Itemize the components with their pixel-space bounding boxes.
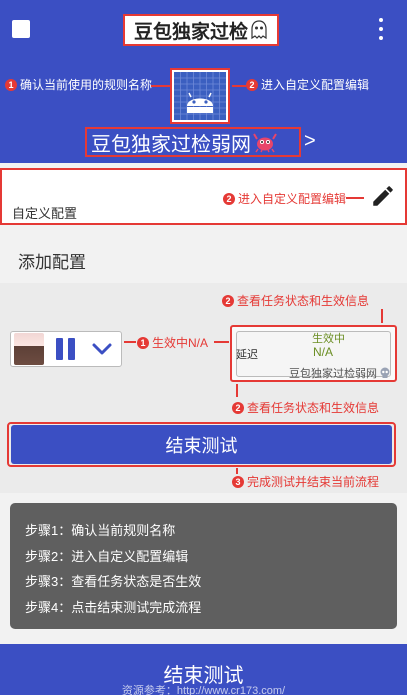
step-item: 步骤4：点击结束测试完成流程 xyxy=(25,600,202,615)
step-item: 步骤1：确认当前规则名称 xyxy=(25,523,176,538)
app-title: 豆包独家过检 xyxy=(133,21,248,43)
end-test-hint: 3 完成测试并结束当前流程 xyxy=(232,473,379,490)
step-item: 步骤3：查看任务状态是否生效 xyxy=(25,574,202,589)
arrow-line xyxy=(214,341,229,343)
arrow-line xyxy=(346,197,364,199)
arrow-line xyxy=(124,341,136,343)
rule-name: 豆包独家过检弱网 xyxy=(91,133,251,156)
avatar[interactable] xyxy=(14,333,44,365)
arrow-line xyxy=(381,309,383,323)
android-icon[interactable] xyxy=(174,72,226,120)
rule-name-box[interactable]: 豆包独家过检弱网 xyxy=(85,127,301,157)
status-hint-top: 2 查看任务状态和生效信息 xyxy=(222,292,369,309)
ghost-icon xyxy=(251,20,267,40)
app-title-box: 豆包独家过检 xyxy=(123,14,279,46)
skull-icon xyxy=(380,367,390,378)
delay-label: 延迟 xyxy=(236,349,258,361)
arrow-line xyxy=(151,85,170,87)
more-vert-icon[interactable] xyxy=(376,18,386,40)
pencil-icon[interactable] xyxy=(370,183,396,209)
rule-detail-chevron[interactable]: > xyxy=(304,130,316,153)
chevron-down-icon[interactable] xyxy=(90,338,114,360)
rule-name-hint: 1 确认当前使用的规则名称 xyxy=(5,76,152,93)
crab-icon xyxy=(253,133,277,153)
add-config-button[interactable]: 添加配置 xyxy=(18,248,86,273)
custom-config-label: 自定义配置 xyxy=(12,206,78,221)
menu-icon[interactable] xyxy=(12,20,30,38)
end-test-button[interactable]: 结束测试 xyxy=(11,425,392,464)
effective-hint: 1 生效中N/A xyxy=(137,334,208,351)
step-item: 步骤2：进入自定义配置编辑 xyxy=(25,549,189,564)
source-watermark: 资源参考：http://www.cr173.com/ xyxy=(121,685,286,695)
arrow-line xyxy=(236,384,238,397)
custom-config-hint: 2 进入自定义配置编辑 xyxy=(246,76,369,93)
pause-icon[interactable] xyxy=(56,338,78,360)
config-edit-hint: 2 进入自定义配置编辑 xyxy=(223,190,346,207)
status-title: 生效中 xyxy=(312,333,345,345)
status-hint-bottom: 2 查看任务状态和生效信息 xyxy=(232,399,379,416)
status-footer: 豆包独家过检弱网 xyxy=(289,365,391,381)
status-value: N/A xyxy=(313,345,334,359)
arrow-line xyxy=(232,85,246,87)
